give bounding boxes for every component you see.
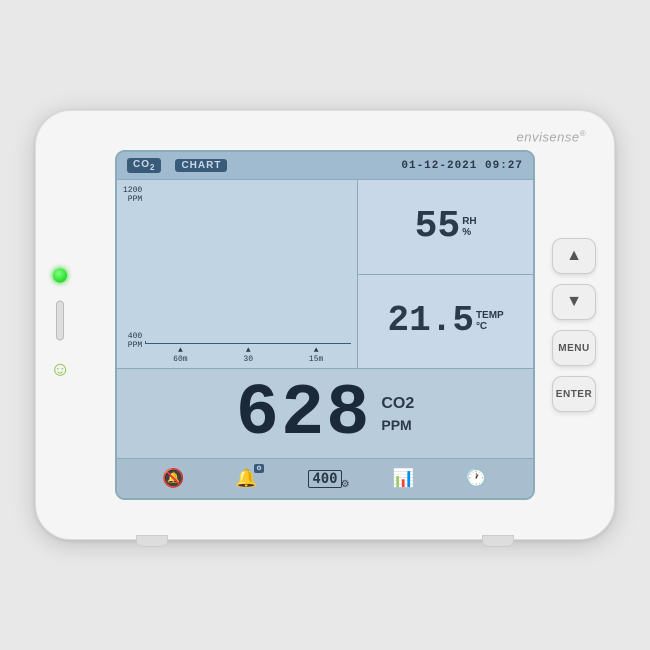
smiley-icon: ☺ [50,359,70,382]
chart-x-labels: ▲ 60m ▲ 30 ▲ 15m [145,344,351,364]
x-tick-15m: ▲ 15m [309,346,323,364]
right-panel: ▲ ▼ MENU ENTER [552,238,596,412]
y-label-bottom: 400PPM [123,332,142,350]
temp-value: 21.5 [388,303,474,339]
device-body: envisense® ☺ CO2 CHART 01-12-2021 09:27 … [35,110,615,540]
down-button[interactable]: ▼ [552,284,596,320]
chart-badge: CHART [175,159,227,172]
temp-unit: TEMP °C [476,310,504,332]
humidity-unit: RH % [462,216,476,238]
clock-icon[interactable]: 🕐 [465,468,487,489]
screen-middle: 1200PPM 400PPM ▲ 60m ▲ [117,180,533,368]
co2-label: CO2 [381,395,414,413]
brand-trademark: ® [580,129,586,138]
brand-label: envisense® [517,129,586,144]
humidity-value: 55 [415,208,461,246]
enter-label: ENTER [556,389,592,400]
chart-y-labels: 1200PPM 400PPM [123,186,142,364]
chart-wrapper: 1200PPM 400PPM ▲ 60m ▲ [123,186,351,364]
up-arrow-icon: ▲ [566,247,582,265]
co2-big-value: 628 [236,378,372,450]
temp-box: 21.5 TEMP °C [358,275,533,369]
down-arrow-icon: ▼ [566,293,582,311]
co2-display: 628 CO2 PPM [117,368,533,458]
left-panel: ☺ [50,269,70,382]
up-button[interactable]: ▲ [552,238,596,274]
lcd-screen: CO2 CHART 01-12-2021 09:27 1200PPM 400PP… [115,150,535,500]
screen-top-bar: CO2 CHART 01-12-2021 09:27 [117,152,533,180]
datetime-display: 01-12-2021 09:27 [401,160,523,172]
y-label-top: 1200PPM [123,186,142,204]
x-tick-60m: ▲ 60m [173,346,187,364]
menu-button[interactable]: MENU [552,330,596,366]
menu-label: MENU [558,343,589,354]
screen-bottom-bar: 🔕 🔔⚙ 400 ⚙ 📊 🕐 [117,458,533,498]
co2-ppm: PPM [381,417,414,433]
chart-bar-icon[interactable]: 📊 [392,468,414,489]
gear-icon: ⚙ [341,479,350,490]
co2-units: CO2 PPM [381,395,414,433]
enter-button[interactable]: ENTER [552,376,596,412]
bell-gear-badge: ⚙ [254,464,263,473]
x-tick-30: ▲ 30 [243,346,253,364]
chart-content: ▲ 60m ▲ 30 ▲ 15m [145,341,351,364]
led-green [53,269,67,283]
co2-badge: CO2 [127,158,161,173]
bell-settings-icon[interactable]: 🔔⚙ [235,468,257,489]
humidity-box: 55 RH % [358,180,533,275]
info-panel: 55 RH % 21.5 TEMP °C [358,180,533,368]
calibrate-icon[interactable]: 400 ⚙ [308,470,341,488]
brand-name: envisense [517,129,580,144]
bell-slash-icon[interactable]: 🔕 [162,468,184,489]
calibrate-badge: 400 [308,470,341,488]
chart-area: 1200PPM 400PPM ▲ 60m ▲ [117,180,358,368]
left-slider [56,301,64,341]
